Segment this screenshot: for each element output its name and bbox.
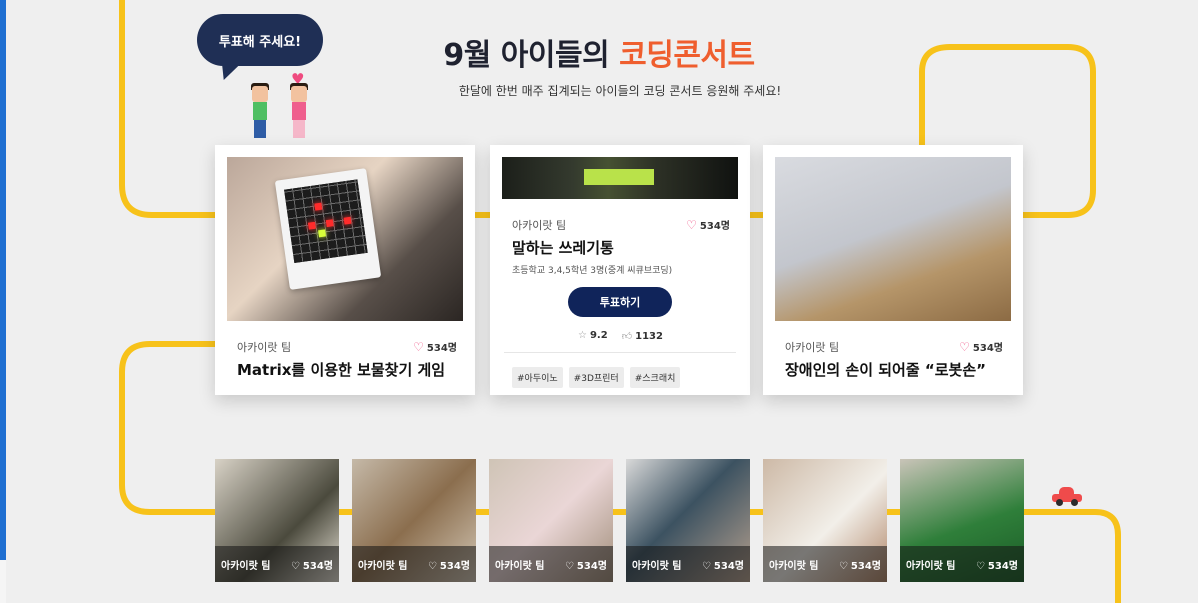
rating-stats: ☆ 9.2 👍︎ 1132: [578, 330, 663, 342]
like-count[interactable]: ♡ 534명: [428, 557, 470, 572]
like-count[interactable]: ♡ 534명: [413, 339, 457, 354]
heart-icon: ♡: [686, 218, 697, 232]
tag-list: #아두이노 #3D프린터 #스크래치: [512, 367, 681, 388]
heart-icon: ♡: [427, 560, 437, 572]
tag-3d-printer[interactable]: #3D프린터: [568, 367, 624, 388]
heart-icon: ♡: [413, 340, 424, 354]
page-title: 9월 아이들의 코딩콘서트: [0, 30, 1198, 74]
featured-card-3[interactable]: 아카이랏 팀 ♡ 534명 장애인의 손이 되어줄 “로봇손”: [763, 145, 1023, 395]
heart-icon: ♡: [959, 340, 970, 354]
like-count-text: 534명: [987, 560, 1018, 572]
thumbnail-card-3[interactable]: 아카이랏 팀 ♡ 534명: [489, 459, 613, 582]
title-accent: 코딩콘서트: [619, 38, 755, 73]
school-info: 초등학교 3,4,5학년 3명(중계 씨큐브코딩): [512, 266, 673, 276]
rating-value: 9.2: [589, 330, 608, 341]
thumbs-up-icon: 👍︎: [621, 331, 633, 342]
thumbnail-card-2[interactable]: 아카이랏 팀 ♡ 534명: [352, 459, 476, 582]
like-count-text: 534명: [426, 343, 457, 354]
led-matrix-board: [274, 168, 382, 290]
lcd-display: [584, 169, 654, 185]
divider: [504, 352, 736, 353]
thumbnail-card-6[interactable]: 아카이랏 팀 ♡ 534명: [900, 459, 1024, 582]
heart-icon: ♡: [838, 560, 848, 572]
like-count[interactable]: ♡ 534명: [565, 557, 607, 572]
car-icon: [1052, 487, 1082, 506]
like-count[interactable]: ♡ 534명: [976, 557, 1018, 572]
team-name: 아카이랏 팀: [632, 560, 682, 572]
like-count-text: 534명: [972, 343, 1003, 354]
team-name: 아카이랏 팀: [358, 560, 408, 572]
like-count[interactable]: ♡ 534명: [959, 339, 1003, 354]
project-title: Matrix를 이용한 보물찾기 게임: [237, 361, 446, 379]
like-count-text: 534명: [699, 221, 730, 232]
team-name: 아카이랏 팀: [512, 219, 567, 232]
like-count-text: 534명: [439, 560, 470, 572]
tag-scratch[interactable]: #스크래치: [629, 367, 681, 388]
vote-button[interactable]: 투표하기: [568, 287, 672, 317]
left-edge-gap: [0, 560, 6, 603]
tag-arduino[interactable]: #아두이노: [512, 367, 563, 388]
like-count-text: 534명: [302, 560, 333, 572]
featured-card-1[interactable]: 아카이랏 팀 ♡ 534명 Matrix를 이용한 보물찾기 게임: [215, 145, 475, 395]
heart-icon: ♡: [290, 560, 300, 572]
thumbs-count: 1132: [635, 331, 663, 342]
like-count[interactable]: ♡ 534명: [291, 557, 333, 572]
like-count[interactable]: ♡ 534명: [702, 557, 744, 572]
team-name: 아카이랏 팀: [237, 341, 292, 354]
team-name: 아카이랏 팀: [906, 560, 956, 572]
like-count-text: 534명: [576, 560, 607, 572]
featured-card-2[interactable]: 아카이랏 팀 ♡ 534명 말하는 쓰레기통 초등학교 3,4,5학년 3명(중계…: [490, 145, 750, 395]
heart-icon: ♡: [975, 560, 985, 572]
thumbnail-card-5[interactable]: 아카이랏 팀 ♡ 534명: [763, 459, 887, 582]
team-name: 아카이랏 팀: [785, 341, 840, 354]
heart-icon: ♡: [701, 560, 711, 572]
team-name: 아카이랏 팀: [495, 560, 545, 572]
heart-icon: ♡: [564, 560, 574, 572]
thumbnail-card-4[interactable]: 아카이랏 팀 ♡ 534명: [626, 459, 750, 582]
title-prefix: 9월 아이들의: [443, 38, 620, 73]
project-photo: [775, 157, 1011, 321]
project-photo: [227, 157, 463, 321]
page-subtitle: 한달에 한번 매주 집계되는 아이들의 코딩 콘서트 응원해 주세요!: [458, 84, 782, 98]
like-count-text: 534명: [850, 560, 881, 572]
project-photo: [502, 157, 738, 199]
team-name: 아카이랏 팀: [221, 560, 271, 572]
project-title: 말하는 쓰레기통: [512, 239, 614, 257]
team-name: 아카이랏 팀: [769, 560, 819, 572]
like-count[interactable]: ♡ 534명: [686, 217, 730, 232]
star-icon: ☆: [578, 330, 587, 341]
like-count[interactable]: ♡ 534명: [839, 557, 881, 572]
like-count-text: 534명: [713, 560, 744, 572]
thumbnail-card-1[interactable]: 아카이랏 팀 ♡ 534명: [215, 459, 339, 582]
project-title: 장애인의 손이 되어줄 “로봇손”: [785, 361, 986, 379]
